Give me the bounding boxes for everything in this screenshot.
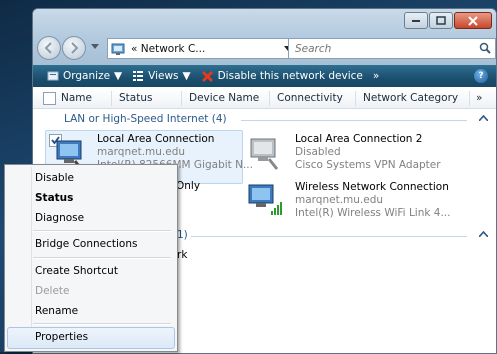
column-divider[interactable]: [111, 91, 112, 106]
column-header-row: Name Status Device Name Connectivity Net…: [33, 89, 496, 109]
collapse-group-icon[interactable]: [479, 231, 488, 237]
item-status: Disabled: [295, 146, 341, 158]
views-menu[interactable]: Views ▼: [132, 70, 191, 82]
toolbar-overflow-button[interactable]: »: [373, 70, 379, 82]
menu-item-create-shortcut[interactable]: Create Shortcut: [35, 265, 118, 277]
item-network: marqnet.mu.edu: [97, 146, 186, 158]
item-adapter: Intel(R) Wireless WiFi Link 4...: [295, 207, 451, 219]
column-name[interactable]: Name: [61, 92, 92, 104]
item-network: marqnet.mu.edu: [295, 194, 384, 206]
wireless-adapter-icon: [248, 184, 282, 215]
collapse-group-icon[interactable]: [479, 115, 488, 121]
minimize-icon: [412, 19, 420, 22]
menu-hover-highlight: [7, 327, 175, 349]
help-icon: ?: [478, 71, 484, 81]
menu-separator: [33, 257, 171, 259]
recent-pages-chevron-icon[interactable]: [91, 44, 99, 50]
menu-item-rename[interactable]: Rename: [35, 305, 78, 317]
forward-button[interactable]: [62, 36, 86, 60]
back-arrow-icon: [44, 42, 52, 54]
organize-label: Organize: [63, 70, 111, 82]
disable-device-label: Disable this network device: [217, 70, 363, 82]
organize-icon: [47, 71, 59, 81]
menu-gutter: [31, 167, 32, 349]
group-divider: [241, 120, 467, 121]
menu-item-status[interactable]: Status: [35, 192, 73, 204]
maximize-button[interactable]: [429, 12, 453, 29]
column-divider[interactable]: [355, 91, 356, 106]
item-adapter: Cisco Systems VPN Adapter: [295, 159, 441, 171]
group-header-partial[interactable]: 1): [177, 229, 188, 241]
context-menu: Disable Status Diagnose Bridge Connectio…: [4, 164, 178, 352]
item-partial-text: Only: [176, 180, 201, 192]
item-name: Local Area Connection: [97, 133, 215, 145]
column-divider[interactable]: [469, 91, 470, 106]
column-divider[interactable]: [269, 91, 270, 106]
item-name: Local Area Connection 2: [295, 133, 423, 145]
address-text: « Network C...: [131, 42, 206, 55]
help-button[interactable]: ?: [474, 69, 488, 83]
forward-arrow-icon: [71, 42, 79, 54]
column-divider[interactable]: [181, 91, 182, 106]
column-overflow[interactable]: »: [476, 92, 482, 104]
column-device-name[interactable]: Device Name: [189, 92, 259, 104]
menu-item-bridge-connections[interactable]: Bridge Connections: [35, 238, 137, 250]
caption-buttons: [404, 12, 492, 29]
views-icon: [133, 71, 144, 81]
minimize-button[interactable]: [404, 12, 428, 29]
item-name: Wireless Network Connection: [295, 181, 449, 193]
menu-separator: [33, 323, 171, 325]
maximize-icon: [436, 16, 446, 25]
search-box[interactable]: [288, 38, 496, 59]
close-icon: [468, 15, 478, 26]
address-bar[interactable]: « Network C...: [107, 38, 315, 59]
menu-item-disable[interactable]: Disable: [35, 172, 74, 184]
chevron-down-icon: ▼: [182, 70, 191, 82]
close-button[interactable]: [454, 12, 492, 29]
disable-x-icon: [201, 70, 213, 82]
network-folder-icon: [111, 43, 125, 55]
menu-item-diagnose[interactable]: Diagnose: [35, 212, 84, 224]
network-adapter-disabled-icon: [250, 138, 279, 170]
group-header-lan[interactable]: LAN or High-Speed Internet (4): [64, 113, 227, 125]
disable-device-button[interactable]: Disable this network device: [201, 70, 363, 83]
organize-menu[interactable]: Organize ▼: [47, 70, 122, 82]
select-all-checkbox[interactable]: [43, 92, 56, 105]
menu-item-delete[interactable]: Delete: [35, 285, 70, 297]
chevron-down-icon: ▼: [114, 70, 123, 82]
navigation-bar: « Network C...: [37, 36, 496, 60]
back-button[interactable]: [37, 36, 61, 60]
command-bar: Organize ▼ Views ▼ Disable this network …: [33, 65, 496, 87]
group-divider: [191, 236, 467, 237]
item-partial-text: rk: [177, 249, 188, 261]
column-status[interactable]: Status: [119, 92, 152, 104]
column-network-category[interactable]: Network Category: [363, 92, 458, 104]
window-frame: « Network C...: [33, 9, 496, 65]
menu-separator: [33, 230, 171, 232]
column-connectivity[interactable]: Connectivity: [277, 92, 343, 104]
views-label: Views: [148, 70, 179, 82]
search-input[interactable]: [293, 41, 467, 56]
menu-item-properties[interactable]: Properties: [35, 331, 88, 343]
search-icon[interactable]: [479, 42, 491, 54]
toolbar-overflow-label: »: [372, 70, 380, 82]
